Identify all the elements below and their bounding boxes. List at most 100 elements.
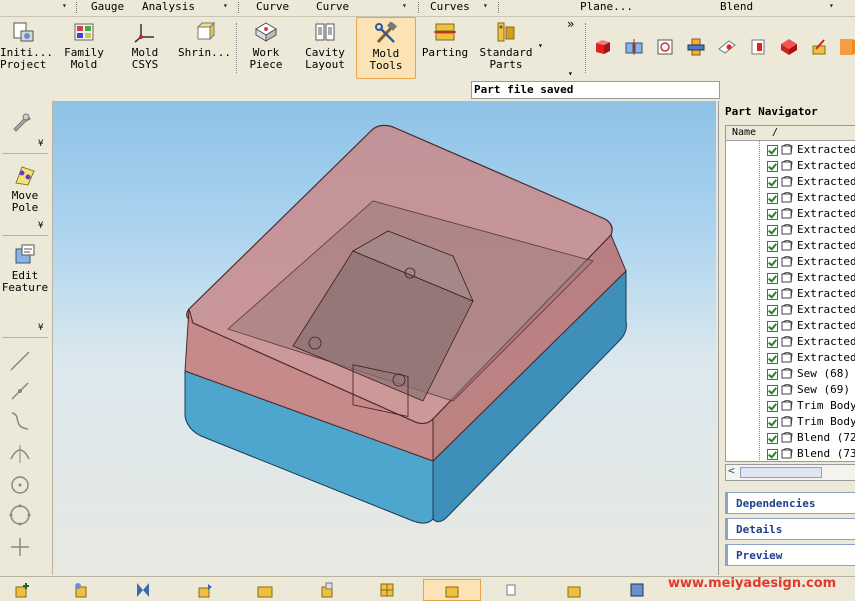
shrinkage-button[interactable]: Shrin... <box>178 17 231 77</box>
spline-tool-icon[interactable] <box>8 409 32 433</box>
trim-region-icon[interactable] <box>655 37 675 57</box>
edit-feature-button[interactable]: Edit Feature <box>0 243 50 294</box>
tree-row[interactable]: Blend (72) <box>726 430 855 446</box>
cylinder-tool-icon[interactable] <box>838 37 855 57</box>
visibility-checkbox[interactable] <box>767 433 778 444</box>
mold-tools-button[interactable]: Mold Tools <box>356 17 416 79</box>
menu-item-analysis[interactable]: Analysis <box>142 0 195 16</box>
menu-item-gauge[interactable]: Gauge <box>91 0 124 16</box>
visibility-checkbox[interactable] <box>767 241 778 252</box>
menu-item-plane[interactable]: Plane... <box>580 0 633 16</box>
bounding-body-icon[interactable] <box>686 37 706 57</box>
menu-item-curve[interactable]: Curve <box>256 0 289 16</box>
scroll-thumb[interactable] <box>740 467 822 478</box>
visibility-checkbox[interactable] <box>767 449 778 460</box>
tree-row[interactable]: Extracted <box>726 270 855 286</box>
tree-row[interactable]: Extracted <box>726 142 855 158</box>
tree-row[interactable]: Trim Body <box>726 414 855 430</box>
tree-row[interactable]: Blend (73) <box>726 446 855 461</box>
visibility-checkbox[interactable] <box>767 161 778 172</box>
patch-surface-icon[interactable] <box>717 37 737 57</box>
wave-link-icon[interactable] <box>502 581 520 599</box>
visibility-checkbox[interactable] <box>767 401 778 412</box>
graphics-viewport[interactable] <box>53 101 716 575</box>
visibility-checkbox[interactable] <box>767 305 778 316</box>
dependencies-panel[interactable]: Dependencies <box>725 492 855 514</box>
explode-view-icon[interactable] <box>566 581 584 599</box>
horizontal-scrollbar[interactable]: < <box>725 464 855 481</box>
tree-row[interactable]: Extracted <box>726 158 855 174</box>
chevron-down-icon[interactable]: ¥ <box>38 221 43 231</box>
chevron-down-icon[interactable]: ▾ <box>483 1 488 10</box>
line-segment-icon[interactable] <box>8 379 32 403</box>
chevron-down-icon[interactable]: ▾ <box>223 1 228 10</box>
tree-row[interactable]: Extracted <box>726 350 855 366</box>
menu-item-blend[interactable]: Blend <box>720 0 753 16</box>
constraint-icon[interactable] <box>134 581 152 599</box>
chevron-down-icon[interactable]: ▾ <box>538 41 543 50</box>
solid-block-icon[interactable] <box>593 37 613 57</box>
tree-row[interactable]: Trim Body <box>726 398 855 414</box>
column-header[interactable]: Name / <box>726 126 855 141</box>
arc-tool-icon[interactable] <box>8 441 32 465</box>
work-piece-button[interactable]: Work Piece <box>243 17 289 77</box>
visibility-checkbox[interactable] <box>767 193 778 204</box>
menu-item-curve-2[interactable]: Curve <box>316 0 349 16</box>
visibility-checkbox[interactable] <box>767 289 778 300</box>
cavity-layout-button[interactable]: Cavity Layout <box>302 17 348 77</box>
visibility-checkbox[interactable] <box>767 321 778 332</box>
reference-set-icon[interactable] <box>318 581 336 599</box>
visibility-checkbox[interactable] <box>767 353 778 364</box>
move-component-icon[interactable] <box>196 581 214 599</box>
chevron-down-icon[interactable]: ▾ <box>568 69 573 78</box>
mirror-assembly-icon[interactable] <box>256 581 274 599</box>
chevron-down-icon[interactable]: ¥ <box>38 323 43 333</box>
chevron-down-icon[interactable]: ¥ <box>38 139 43 149</box>
family-mold-button[interactable]: Family Mold <box>61 17 107 77</box>
standard-parts-button[interactable]: Standard Parts <box>478 17 534 77</box>
extend-sheet-icon[interactable] <box>748 37 768 57</box>
replace-solid-icon[interactable] <box>779 37 799 57</box>
initialize-project-button[interactable]: Initi... Project <box>0 17 53 77</box>
toolbar-overflow-icon[interactable]: » <box>567 17 574 31</box>
tree-row[interactable]: Sew (69) <box>726 382 855 398</box>
visibility-checkbox[interactable] <box>767 417 778 428</box>
sequence-icon[interactable] <box>628 581 646 599</box>
chevron-down-icon[interactable]: ▾ <box>402 1 407 10</box>
visibility-checkbox[interactable] <box>767 145 778 156</box>
preview-panel[interactable]: Preview <box>725 544 855 566</box>
component-array-icon[interactable] <box>378 581 396 599</box>
tree-row[interactable]: Extracted <box>726 206 855 222</box>
scroll-left-icon[interactable]: < <box>728 464 735 477</box>
mold-csys-button[interactable]: Mold CSYS <box>122 17 168 77</box>
visibility-checkbox[interactable] <box>767 177 778 188</box>
tree-row[interactable]: Extracted <box>726 318 855 334</box>
tree-row[interactable]: Extracted <box>726 334 855 350</box>
move-pole-button[interactable]: Move Pole <box>0 163 50 214</box>
split-block-icon[interactable] <box>624 37 644 57</box>
tree-row[interactable]: Extracted <box>726 190 855 206</box>
assembly-icon[interactable] <box>72 581 90 599</box>
point-circle-icon[interactable] <box>8 473 32 497</box>
visibility-checkbox[interactable] <box>767 225 778 236</box>
chevron-down-icon[interactable]: ▾ <box>62 1 67 10</box>
visibility-checkbox[interactable] <box>767 385 778 396</box>
circle-tool-icon[interactable] <box>8 503 32 527</box>
parting-button[interactable]: Parting <box>420 17 470 77</box>
split-face-icon[interactable] <box>810 37 830 57</box>
menu-item-curves[interactable]: Curves <box>430 0 470 16</box>
tree-row[interactable]: Extracted <box>726 222 855 238</box>
wrench-tool-icon[interactable] <box>8 109 34 135</box>
details-panel[interactable]: Details <box>725 518 855 540</box>
add-component-icon[interactable] <box>14 581 32 599</box>
chevron-down-icon[interactable]: ▾ <box>829 1 834 10</box>
visibility-checkbox[interactable] <box>767 337 778 348</box>
visibility-checkbox[interactable] <box>767 209 778 220</box>
tree-row[interactable]: Extracted <box>726 254 855 270</box>
visibility-checkbox[interactable] <box>767 369 778 380</box>
tree-row[interactable]: Extracted <box>726 174 855 190</box>
visibility-checkbox[interactable] <box>767 273 778 284</box>
visibility-checkbox[interactable] <box>767 257 778 268</box>
tree-row[interactable]: Extracted <box>726 286 855 302</box>
tree-row[interactable]: Sew (68) <box>726 366 855 382</box>
